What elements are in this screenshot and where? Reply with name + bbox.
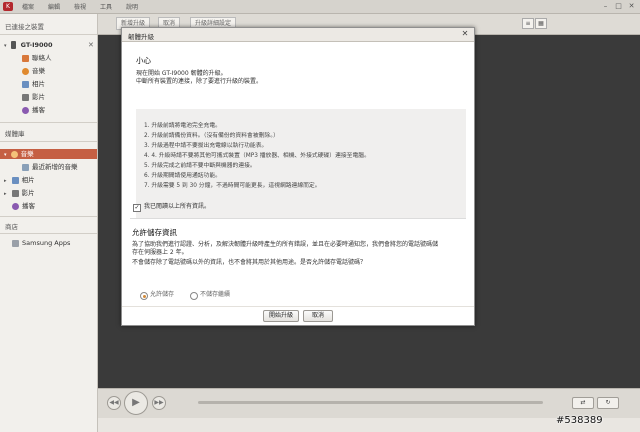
step-item: 2. 升級前請備份資料。（沒有備份的資料會被刪除。） [144,133,279,139]
sidebar-item-recent-music[interactable]: 最近新增的音樂 [22,162,78,172]
podcast-icon [22,106,29,114]
podcast-icon [12,202,19,210]
contacts-icon [22,54,29,62]
phone-icon [10,41,16,49]
menu-bar: K 檔案 編輯 檢視 工具 說明 – □ ✕ [0,0,640,14]
next-icon[interactable]: ▶▶ [152,396,166,410]
video-icon [22,93,29,101]
video-icon [11,189,19,197]
menu-file[interactable]: 檔案 [22,2,34,11]
deny-storage-label: 不儲存繼續 [200,291,231,298]
step-item: 4. 4. 升級時請不要將其他可攜式裝置（MP3 播放器、相機、外接式硬碟）連接… [144,153,370,159]
step-item: 1. 升級前請將電池完全充電。 [144,123,221,129]
confirm-checkbox[interactable]: ✓ [133,204,141,212]
allow-storage-radio[interactable] [140,292,148,300]
sidebar-item-photos[interactable]: 相片 [22,79,45,89]
sidebar: 已連接之裝置 ▾ GT-I9000 ✕ 聯絡人 音樂 相片 影片 播客 媒體庫 … [0,14,98,432]
allow-storage-label: 允許儲存 [150,291,175,298]
sidebar-item-podcasts[interactable]: 播客 [22,105,45,115]
sidebar-item-label: 影片 [21,189,35,197]
permission-line-1: 為了協助我們進行認證、分析，及解決韌體升級時產生的所有錯誤，並且在必要時通知您，… [132,241,439,248]
dialog-title: 韌體升級 [128,33,154,41]
maximize-icon[interactable]: □ [614,2,623,10]
expand-arrow-icon[interactable]: ▸ [4,178,7,184]
divider [0,141,97,142]
expand-arrow-icon[interactable]: ▸ [4,191,7,197]
sidebar-item-label: 音樂 [20,150,34,158]
sidebar-item-library-photos[interactable]: ▸ 相片 [4,175,35,185]
device-row[interactable]: ▾ GT-I9000 [4,40,53,50]
dialog-titlebar: 韌體升級 ✕ [122,28,474,42]
sidebar-item-label: 相片 [32,80,45,88]
previous-icon[interactable]: ◀◀ [107,396,121,410]
music-note-icon [10,150,18,158]
notice-line-2: 中斷所有裝置的連接，除了要進行升級的裝置。 [136,78,263,85]
permission-line-3: 不會儲存除了電話號碼以外的資訊，也不會將其用於其他用途。是否允許儲存電話號碼？ [132,259,367,266]
sidebar-item-contacts[interactable]: 聯絡人 [22,53,52,63]
sidebar-item-label: 影片 [32,93,45,101]
step-item: 5. 升級完成之前請不要中斷與機器的連接。 [144,163,256,169]
start-upgrade-button[interactable]: 開始升級 [263,310,299,322]
sidebar-item-label: 相片 [21,176,35,184]
sidebar-item-label: 播客 [32,106,45,114]
list-view-icon[interactable]: ≡ [522,18,534,29]
sidebar-item-videos[interactable]: 影片 [22,92,45,102]
repeat-icon[interactable]: ↻ [597,397,619,409]
step-item: 6. 升級期間請使用通話功能。 [144,173,221,179]
collapse-arrow-icon[interactable]: ▾ [4,43,7,49]
notice-line-1: 現在開始 GT-I9000 韌體的升級。 [136,70,227,77]
sidebar-item-label: 音樂 [32,67,45,75]
sidebar-item-label: 播客 [22,202,35,210]
step-item: 3. 升級過程中請不要拔出充電線以執行功能表。 [144,143,268,149]
sidebar-item-samsung-apps[interactable]: Samsung Apps [12,238,70,248]
sidebar-item-label: 最近新增的音樂 [32,163,78,171]
shuffle-icon[interactable]: ⇄ [572,397,594,409]
samsung-apps-icon [12,239,19,247]
menu-edit[interactable]: 編輯 [48,2,60,11]
sidebar-item-music[interactable]: 音樂 [22,66,45,76]
notice-heading: 小心 [136,56,151,65]
divider [0,34,97,35]
close-icon[interactable]: ✕ [460,29,470,39]
sidebar-item-library-music[interactable]: ▾ 音樂 [0,149,97,159]
photo-icon [22,80,29,88]
eject-icon[interactable]: ✕ [88,41,94,49]
close-window-icon[interactable]: ✕ [627,2,636,10]
divider [0,122,97,123]
sidebar-item-library-videos[interactable]: ▸ 影片 [4,188,35,198]
confirm-label: 我已閱讀以上所有資訊。 [144,203,211,210]
divider [0,233,97,234]
cancel-button[interactable]: 取消 [303,310,333,322]
menu-view[interactable]: 檢視 [74,2,86,11]
connected-devices-title: 已連接之裝置 [5,23,44,31]
seek-bar[interactable] [198,401,543,404]
app-logo-icon: K [3,2,13,11]
step-item: 7. 升級需要 5 到 30 分鐘，不過時間可能更長，這視網路連線而定。 [144,183,321,189]
permission-heading: 允許儲存資訊 [132,228,177,237]
menu-tools[interactable]: 工具 [100,2,112,11]
photo-icon [11,176,19,184]
grid-view-icon[interactable]: ▦ [535,18,547,29]
divider [0,216,97,217]
permission-line-2: 存在伺服器上 2 年。 [132,249,188,256]
firmware-upgrade-dialog: 韌體升級 ✕ 小心 現在開始 GT-I9000 韌體的升級。 中斷所有裝置的連接… [121,27,475,326]
recent-music-icon [22,163,29,171]
deny-storage-radio[interactable] [190,292,198,300]
store-title: 商店 [5,223,18,231]
play-icon[interactable]: ▶ [124,391,148,415]
device-name: GT-I9000 [20,41,53,49]
watermark: #538389 [556,415,603,426]
divider [130,218,466,219]
music-note-icon [22,67,29,75]
minimize-icon[interactable]: – [601,2,610,10]
library-title: 媒體庫 [5,130,25,138]
divider [122,306,474,307]
sidebar-item-label: Samsung Apps [22,239,71,247]
sidebar-item-library-podcasts[interactable]: 播客 [12,201,35,211]
collapse-arrow-icon[interactable]: ▾ [4,152,7,158]
sidebar-item-label: 聯絡人 [32,54,52,62]
menu-help[interactable]: 說明 [126,2,138,11]
